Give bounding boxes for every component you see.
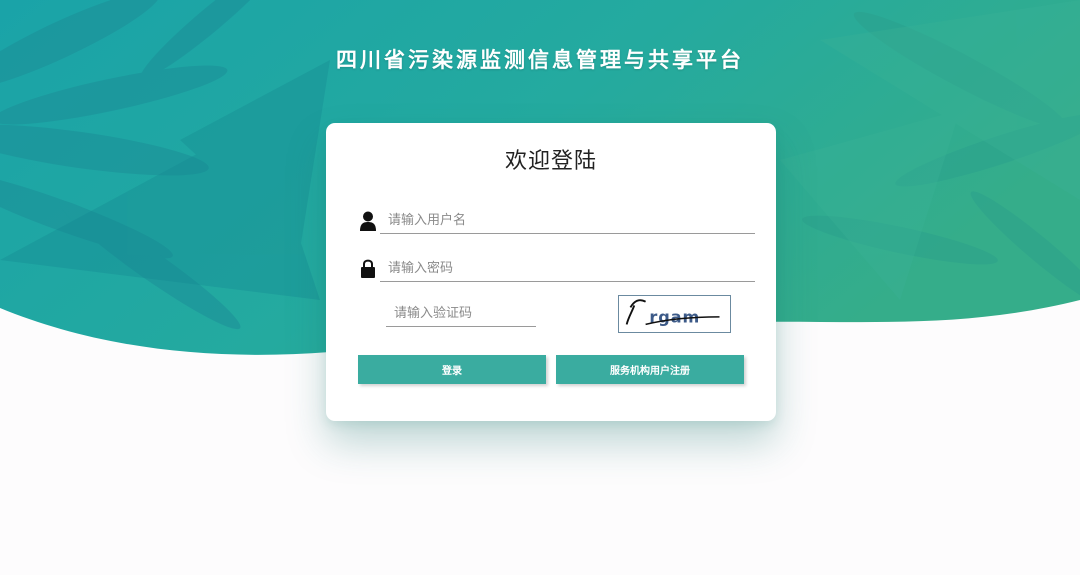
user-icon <box>360 211 376 231</box>
captcha-image[interactable]: rgam <box>618 295 731 333</box>
login-button[interactable]: 登录 <box>358 355 546 384</box>
login-page: 四川省污染源监测信息管理与共享平台 欢迎登陆 rgam 登录 服务机构用户注册 <box>0 0 1080 575</box>
lock-icon <box>361 259 375 278</box>
captcha-input[interactable] <box>386 301 536 327</box>
register-button[interactable]: 服务机构用户注册 <box>556 355 744 384</box>
username-input[interactable] <box>380 208 755 234</box>
login-card: 欢迎登陆 rgam 登录 服务机构用户注册 <box>326 123 776 421</box>
login-title: 欢迎登陆 <box>504 149 597 174</box>
password-input[interactable] <box>380 256 755 282</box>
site-title: 四川省污染源监测信息管理与共享平台 <box>336 48 744 72</box>
